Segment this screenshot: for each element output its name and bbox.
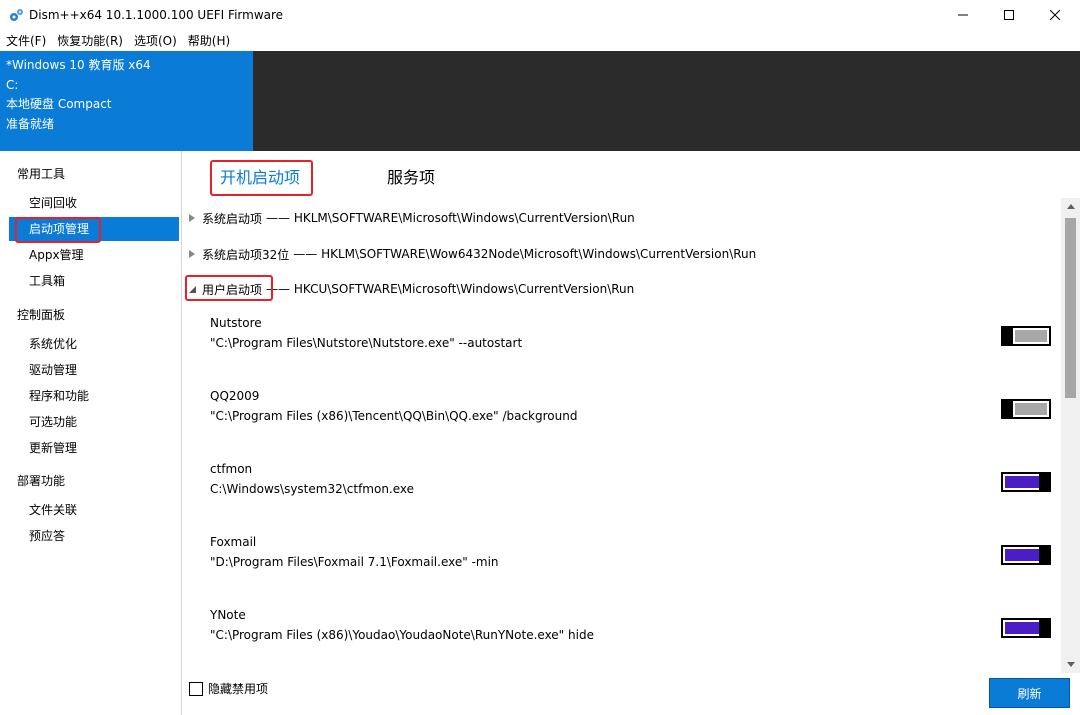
scrollbar-thumb[interactable]: [1065, 218, 1076, 398]
startup-entry: Nutstore "C:\Program Files\Nutstore\Nuts…: [210, 315, 1051, 351]
entry-name: Nutstore: [210, 316, 262, 330]
os-label: *Windows 10 教育版 x64: [6, 58, 151, 72]
section-path: —— HKLM\SOFTWARE\Wow6432Node\Microsoft\W…: [293, 247, 757, 261]
hide-disabled-label: 隐藏禁用项: [208, 682, 269, 696]
entry-toggle[interactable]: [1001, 472, 1051, 492]
sidebar-item-answer-file[interactable]: 预应答: [9, 524, 179, 548]
entry-toggle[interactable]: [1001, 545, 1051, 565]
tab-startup-items[interactable]: 开机启动项: [220, 167, 300, 189]
section-system-startup[interactable]: 系统启动项 —— HKLM\SOFTWARE\Microsoft\Windows…: [183, 208, 1043, 228]
sidebar-item-optional-features[interactable]: 可选功能: [9, 410, 179, 434]
entry-toggle[interactable]: [1001, 618, 1051, 638]
menu-help[interactable]: 帮助(H): [182, 31, 230, 51]
refresh-button[interactable]: 刷新: [989, 678, 1070, 708]
sidebar-item-space-cleanup[interactable]: 空间回收: [9, 191, 179, 215]
sidebar-group-common: 常用工具: [17, 167, 66, 181]
sidebar-item-drivers[interactable]: 驱动管理: [9, 358, 179, 382]
hide-disabled-checkbox[interactable]: 隐藏禁用项: [189, 680, 268, 697]
section-label: 系统启动项: [202, 211, 263, 226]
menu-restore[interactable]: 恢复功能(R): [51, 31, 123, 51]
entry-command: "C:\Program Files (x86)\Youdao\YoudaoNot…: [210, 628, 594, 642]
session-info-panel[interactable]: *Windows 10 教育版 x64 C: 本地硬盘 Compact 准备就绪: [0, 51, 253, 151]
close-button[interactable]: [1032, 0, 1078, 31]
maximize-button[interactable]: [986, 0, 1032, 31]
disk-label: 本地硬盘 Compact: [6, 97, 112, 111]
expand-arrow-icon[interactable]: [183, 214, 201, 222]
minimize-icon: [958, 9, 968, 23]
startup-entry: Foxmail "D:\Program Files\Foxmail 7.1\Fo…: [210, 534, 1051, 570]
section-label: 用户启动项: [202, 282, 263, 297]
title-bar: Dism++x64 10.1.1000.100 UEFI Firmware: [0, 0, 1080, 31]
sidebar-item-file-assoc[interactable]: 文件关联: [9, 498, 179, 522]
section-label: 系统启动项32位: [202, 247, 290, 262]
entry-name: QQ2009: [210, 389, 260, 403]
entry-command: C:\Windows\system32\ctfmon.exe: [210, 482, 415, 496]
tab-services[interactable]: 服务项: [387, 167, 435, 189]
main-content: 开机启动项 服务项 系统启动项 —— HKLM\SOFTWARE\Microso…: [183, 151, 1080, 715]
gears-icon: [8, 8, 24, 24]
maximize-icon: [1004, 9, 1014, 23]
sidebar-group-control-panel: 控制面板: [17, 308, 66, 322]
sidebar-group-deploy: 部署功能: [17, 474, 66, 488]
sidebar-item-startup-manager[interactable]: 启动项管理: [9, 217, 179, 241]
minimize-button[interactable]: [940, 0, 986, 31]
entry-toggle[interactable]: [1001, 399, 1051, 419]
session-list-area: [253, 51, 1080, 151]
drive-label: C:: [6, 77, 19, 92]
startup-entry: ctfmon C:\Windows\system32\ctfmon.exe: [210, 461, 1051, 497]
section-path: —— HKLM\SOFTWARE\Microsoft\Windows\Curre…: [266, 211, 635, 225]
scroll-up-icon[interactable]: [1061, 198, 1080, 215]
startup-entry: YNote "C:\Program Files (x86)\Youdao\You…: [210, 607, 1051, 643]
startup-entry: QQ2009 "C:\Program Files (x86)\Tencent\Q…: [210, 388, 1051, 424]
sidebar-item-toolbox[interactable]: 工具箱: [9, 269, 179, 293]
sidebar-item-system-optimize[interactable]: 系统优化: [9, 332, 179, 356]
entry-name: ctfmon: [210, 462, 253, 476]
entry-toggle[interactable]: [1001, 326, 1051, 346]
sidebar: 常用工具 空间回收 启动项管理 Appx管理 工具箱 控制面板 系统优化 驱动管…: [0, 151, 182, 715]
section-user-startup[interactable]: 用户启动项 —— HKCU\SOFTWARE\Microsoft\Windows…: [183, 279, 1043, 299]
menu-file[interactable]: 文件(F): [0, 31, 46, 51]
section-system-startup-32[interactable]: 系统启动项32位 —— HKLM\SOFTWARE\Wow6432Node\Mi…: [183, 244, 1043, 264]
close-icon: [1049, 9, 1061, 23]
entry-command: "C:\Program Files (x86)\Tencent\QQ\Bin\Q…: [210, 409, 578, 423]
scroll-down-icon[interactable]: [1061, 656, 1080, 673]
status-label: 准备就绪: [6, 116, 55, 131]
expand-arrow-icon[interactable]: [183, 250, 201, 258]
window-title: Dism++x64 10.1.1000.100 UEFI Firmware: [29, 8, 284, 22]
entry-command: "C:\Program Files\Nutstore\Nutstore.exe"…: [210, 336, 523, 350]
sidebar-item-programs[interactable]: 程序和功能: [9, 384, 179, 408]
entry-command: "D:\Program Files\Foxmail 7.1\Foxmail.ex…: [210, 555, 499, 569]
menu-bar: 文件(F) 恢复功能(R) 选项(O) 帮助(H): [0, 31, 1080, 51]
sidebar-item-updates[interactable]: 更新管理: [9, 436, 179, 460]
section-path: —— HKCU\SOFTWARE\Microsoft\Windows\Curre…: [266, 282, 635, 296]
sidebar-item-appx[interactable]: Appx管理: [9, 243, 179, 267]
menu-options[interactable]: 选项(O): [128, 31, 177, 51]
checkbox-box[interactable]: [189, 681, 203, 696]
entry-name: YNote: [210, 608, 246, 622]
entry-name: Foxmail: [210, 535, 257, 549]
vertical-scrollbar[interactable]: [1061, 198, 1080, 673]
collapse-arrow-icon[interactable]: [183, 285, 201, 293]
